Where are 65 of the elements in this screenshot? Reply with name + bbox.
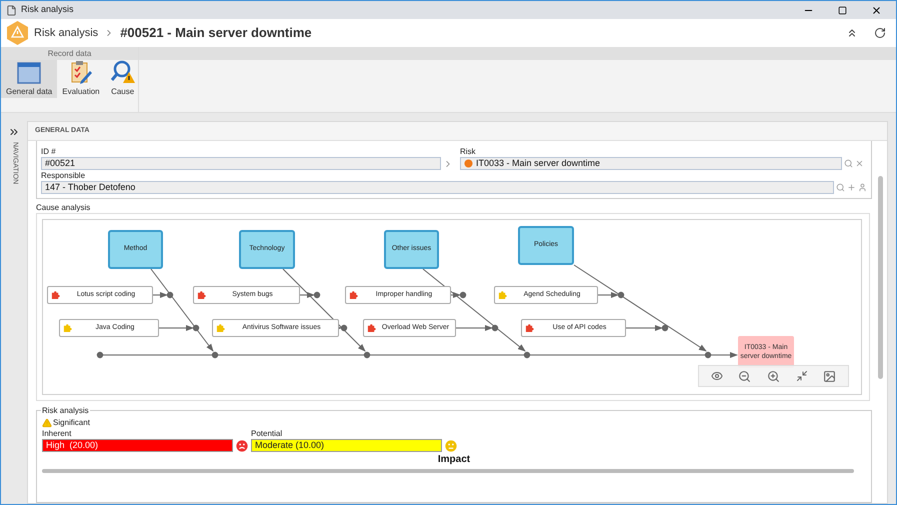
risk-level: Significant [53, 417, 90, 429]
window-title: Risk analysis [21, 3, 74, 16]
diagram-label: Cause analysis [36, 203, 92, 213]
field-label: Risk [460, 147, 477, 157]
text-field[interactable]: 147 - Thober Detofeno [41, 181, 834, 194]
magnifier-warning-icon [110, 60, 136, 84]
horizontal-scrollbar[interactable] [42, 469, 854, 473]
field-label: Responsible [41, 171, 86, 181]
cause-arrow [626, 325, 663, 331]
field-label: ID # [41, 147, 57, 157]
sad-face-icon [236, 440, 248, 452]
collapse-icon[interactable] [846, 27, 858, 39]
vertical-scrollbar[interactable] [878, 176, 882, 379]
page-title: #00521 - Main server downtime [120, 24, 312, 42]
rating-bar: Moderate (10.00) [251, 439, 442, 452]
view-icon[interactable] [710, 370, 723, 382]
risk-icon [464, 159, 473, 168]
spine-start-dot [96, 352, 104, 358]
search-icon[interactable] [836, 183, 846, 192]
image-icon[interactable] [823, 370, 836, 382]
joint-dot [340, 324, 348, 332]
fieldset-legend: Risk analysis [41, 405, 90, 417]
ribbon-button[interactable]: General data [1, 60, 58, 98]
ribbon-group-label: Record data [1, 47, 138, 60]
joint-dot [460, 292, 466, 298]
neutral-face-icon [445, 440, 457, 452]
joint-dot [314, 292, 320, 298]
joint-dot [492, 324, 498, 332]
refresh-icon[interactable] [874, 27, 886, 39]
expand-icon[interactable] [8, 126, 20, 138]
joint-dot [704, 352, 712, 358]
impact-heading: Impact [438, 453, 470, 467]
text-field[interactable]: IT0033 - Main server downtime [460, 157, 842, 170]
cause-arrow [450, 292, 461, 298]
joint-dot [212, 352, 218, 358]
rating-bar: High (20.00) [42, 439, 233, 452]
cause-arrow [300, 292, 315, 298]
cause-arrow [598, 292, 619, 298]
document-icon [6, 4, 17, 16]
clipboard-icon [68, 60, 93, 84]
warning-icon [42, 418, 52, 428]
joint-dot [364, 352, 370, 358]
rating-label: Inherent [42, 429, 72, 439]
search-icon[interactable] [844, 159, 853, 168]
joint-dot [166, 292, 174, 298]
collapse-icon[interactable] [796, 370, 808, 382]
joint-dot [192, 324, 200, 332]
zoom-out-icon[interactable] [738, 370, 752, 382]
breadcrumb-link[interactable]: Risk analysis [34, 24, 98, 42]
zoom-in-icon[interactable] [766, 370, 780, 382]
joint-dot [662, 324, 668, 332]
joint-dot [618, 292, 624, 298]
user-icon[interactable] [858, 183, 867, 192]
clear-icon[interactable] [855, 159, 864, 168]
cause-arrow [158, 325, 194, 331]
rating-label: Potential [251, 429, 284, 439]
cause-arrow [456, 325, 493, 331]
maximize-icon[interactable] [838, 6, 846, 14]
ribbon-button[interactable]: Evaluation [57, 60, 105, 98]
window-icon [17, 62, 42, 84]
joint-dot [524, 352, 530, 358]
ribbon-button[interactable]: Cause [104, 60, 141, 98]
text-field[interactable]: #00521 [41, 157, 441, 170]
cause-arrow [152, 292, 168, 298]
close-icon[interactable] [870, 4, 882, 16]
